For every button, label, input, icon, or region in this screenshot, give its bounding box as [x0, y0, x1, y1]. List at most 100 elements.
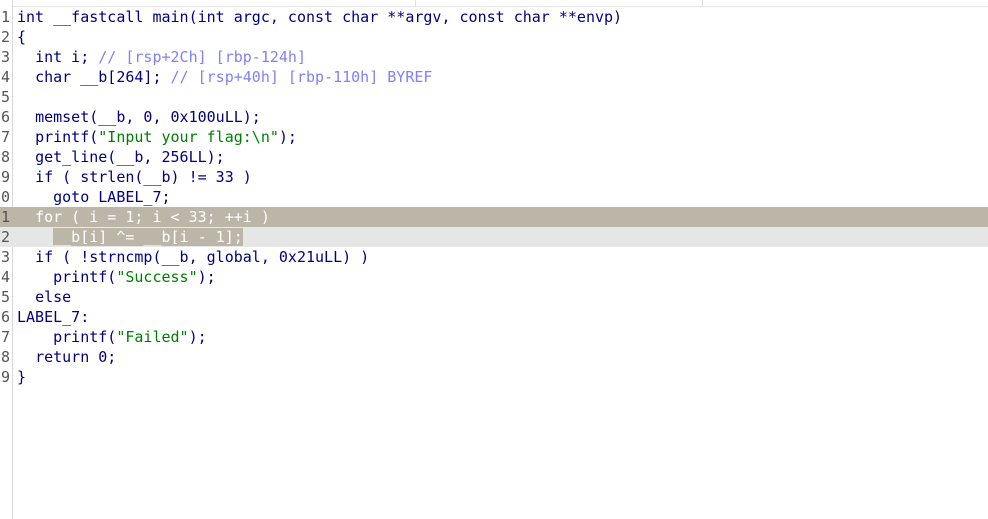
code-line[interactable]: 5	[0, 87, 988, 107]
code-line[interactable]: 8 return 0;	[0, 347, 988, 367]
code-text: if ( !strncmp(__b, global, 0x21uLL) )	[17, 247, 369, 267]
code-statement: char __b[264];	[35, 68, 171, 86]
line-number: 6	[0, 108, 10, 126]
code-text: char __b[264]; // [rsp+40h] [rbp-110h] B…	[17, 67, 432, 87]
code-statement: else	[35, 288, 72, 306]
code-statement: printf(	[53, 268, 117, 286]
code-text: goto LABEL_7;	[17, 187, 171, 207]
line-number: 1	[0, 208, 10, 226]
code-line[interactable]: 3 int i; // [rsp+2Ch] [rbp-124h]	[0, 47, 988, 67]
editor-top-border	[0, 0, 988, 7]
line-number: 2	[0, 228, 10, 246]
code-text: int __fastcall main(int argc, const char…	[17, 7, 622, 27]
code-line[interactable]: 2 __b[i] ^= __b[i - 1];	[0, 227, 988, 247]
code-statement-tail: );	[188, 328, 207, 346]
code-statement: get_line(__b, 256LL);	[35, 148, 225, 166]
code-line[interactable]: 2{	[0, 27, 988, 47]
code-line[interactable]: 6 memset(__b, 0, 0x100uLL);	[0, 107, 988, 127]
code-text: else	[17, 287, 71, 307]
code-statement: for ( i = 1; i < 33; ++i )	[35, 208, 270, 226]
code-line[interactable]: 4 printf("Success");	[0, 267, 988, 287]
line-number: 5	[0, 288, 10, 306]
code-text: return 0;	[17, 347, 116, 367]
code-line[interactable]: 3 if ( !strncmp(__b, global, 0x21uLL) )	[0, 247, 988, 267]
code-statement: return 0;	[35, 348, 117, 366]
code-line[interactable]: 5 else	[0, 287, 988, 307]
code-statement-tail: );	[197, 268, 216, 286]
code-statement: __b[i] ^= __b[i - 1];	[53, 228, 243, 246]
code-statement: if ( strlen(__b) != 33 )	[35, 168, 252, 186]
code-line[interactable]: 1 int __fastcall main(int argc, const cha…	[0, 7, 988, 27]
code-statement-tail: );	[278, 128, 297, 146]
code-comment: // [rsp+40h] [rbp-110h] BYREF	[170, 68, 433, 86]
line-number: 3	[0, 248, 10, 266]
code-text: if ( strlen(__b) != 33 )	[17, 167, 252, 187]
code-statement: int __fastcall main(int argc, const char…	[17, 8, 623, 26]
code-statement: {	[17, 28, 27, 46]
tab-marker	[415, 0, 416, 6]
code-text: get_line(__b, 256LL);	[17, 147, 225, 167]
code-text: LABEL_7:	[17, 307, 89, 327]
code-statement: }	[17, 368, 27, 386]
pseudocode-editor[interactable]: 1 int __fastcall main(int argc, const cha…	[0, 0, 988, 519]
string-literal: "Failed"	[116, 328, 189, 346]
code-line[interactable]: 9}	[0, 367, 988, 387]
string-literal: "Success"	[116, 268, 198, 286]
code-text: printf("Success");	[17, 267, 216, 287]
code-statement: LABEL_7:	[17, 308, 90, 326]
code-comment: // [rsp+2Ch] [rbp-124h]	[98, 48, 306, 66]
line-number: 1	[0, 8, 10, 26]
line-number: 9	[0, 368, 10, 386]
line-number: 6	[0, 308, 10, 326]
code-text: }	[17, 367, 26, 387]
string-literal: "Input your flag:\n"	[98, 128, 279, 146]
code-lines: 1 int __fastcall main(int argc, const cha…	[0, 7, 988, 387]
line-number: 8	[0, 148, 10, 166]
code-text: {	[17, 27, 26, 47]
line-number: 0	[0, 188, 10, 206]
line-number: 2	[0, 28, 10, 46]
line-number: 4	[0, 68, 10, 86]
tab-marker	[702, 0, 703, 6]
code-line[interactable]: 7 printf("Input your flag:\n");	[0, 127, 988, 147]
code-statement: printf(	[35, 128, 99, 146]
code-line[interactable]: 1 for ( i = 1; i < 33; ++i )	[0, 207, 988, 227]
code-statement: int i;	[35, 48, 99, 66]
code-statement: printf(	[53, 328, 117, 346]
line-number: 7	[0, 128, 10, 146]
code-statement: memset(__b, 0, 0x100uLL);	[35, 108, 261, 126]
code-text: printf("Failed");	[17, 327, 207, 347]
code-text: __b[i] ^= __b[i - 1];	[17, 227, 243, 247]
code-line[interactable]: 6 LABEL_7:	[0, 307, 988, 327]
code-text: for ( i = 1; i < 33; ++i )	[17, 207, 270, 227]
code-statement: goto LABEL_7;	[53, 188, 171, 206]
code-line[interactable]: 7 printf("Failed");	[0, 327, 988, 347]
line-number: 3	[0, 48, 10, 66]
line-number: 4	[0, 268, 10, 286]
line-number: 7	[0, 328, 10, 346]
code-line[interactable]: 9 if ( strlen(__b) != 33 )	[0, 167, 988, 187]
code-text: int i; // [rsp+2Ch] [rbp-124h]	[17, 47, 306, 67]
code-text: printf("Input your flag:\n");	[17, 127, 297, 147]
code-line[interactable]: 0 goto LABEL_7;	[0, 187, 988, 207]
code-line[interactable]: 4 char __b[264]; // [rsp+40h] [rbp-110h]…	[0, 67, 988, 87]
line-number: 8	[0, 348, 10, 366]
code-line[interactable]: 8 get_line(__b, 256LL);	[0, 147, 988, 167]
code-text: memset(__b, 0, 0x100uLL);	[17, 107, 261, 127]
line-number: 5	[0, 88, 10, 106]
line-number: 9	[0, 168, 10, 186]
